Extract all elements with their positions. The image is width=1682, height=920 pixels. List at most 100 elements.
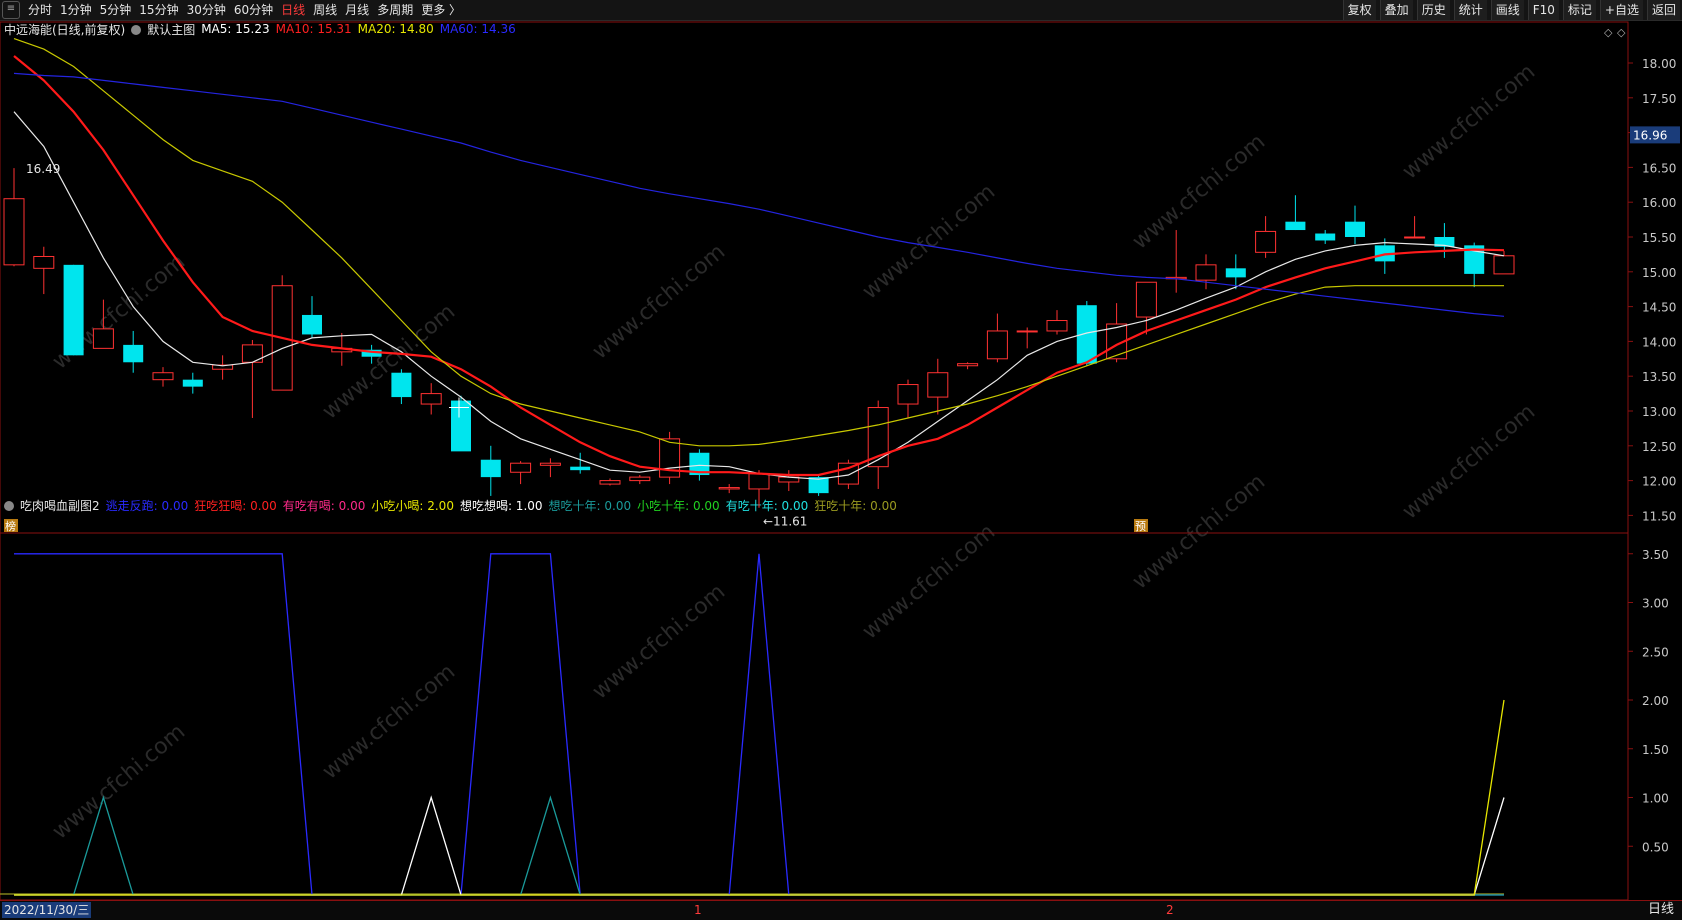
candle: [33, 246, 55, 295]
candle-body: [1135, 281, 1157, 318]
sub-tick-label: 0.50: [1642, 840, 1669, 854]
candlestick-series: [3, 168, 1515, 508]
candle: [867, 400, 889, 489]
time-axis-bar: 2022/11/30/三 1 2 日线: [0, 900, 1682, 920]
candle: [1165, 230, 1187, 293]
candle-body: [63, 264, 84, 356]
candle: [1255, 216, 1277, 258]
forecast-badge-label: 预: [1135, 520, 1146, 533]
candle: [1315, 230, 1336, 244]
high-price-marker: 16.49: [26, 162, 60, 176]
candle-body: [927, 372, 949, 398]
candle: [927, 358, 949, 415]
price-tick-label: 17.50: [1642, 92, 1676, 106]
candle: [986, 313, 1008, 363]
watermark-text: www.cfchi.com: [588, 239, 730, 364]
watermark-text: www.cfchi.com: [858, 519, 1000, 644]
candle: [1345, 205, 1365, 244]
watermark-text: www.cfchi.com: [1398, 399, 1540, 524]
watermark-text: www.cfchi.com: [588, 579, 730, 704]
price-tick-label: 15.00: [1642, 266, 1676, 280]
candle: [718, 484, 740, 494]
candle: [539, 458, 561, 478]
candle-body: [152, 372, 174, 381]
candle-body: [33, 255, 55, 269]
price-tick-label: 12.50: [1642, 440, 1676, 454]
candle: [778, 470, 800, 492]
price-tick-label: 16.50: [1642, 161, 1676, 175]
candle-body: [867, 407, 889, 468]
candle-body: [1404, 236, 1426, 239]
candle: [510, 461, 532, 485]
candle: [451, 395, 471, 452]
period-label[interactable]: 日线: [1648, 902, 1674, 918]
candle-body: [570, 466, 591, 471]
candle: [182, 372, 203, 394]
watermark-text: www.cfchi.com: [318, 299, 460, 424]
sub-tick-label: 2.00: [1642, 694, 1669, 708]
sub-tick-label: 3.00: [1642, 597, 1669, 611]
candle-body: [539, 462, 561, 466]
candle-body: [986, 330, 1008, 360]
watermark-text: www.cfchi.com: [1128, 469, 1270, 594]
candle: [420, 383, 442, 415]
candle: [302, 296, 322, 338]
candle: [3, 168, 25, 267]
price-tick-label: 12.00: [1642, 475, 1676, 489]
sub-line: [14, 795, 1505, 896]
plot-border: [0, 21, 1629, 900]
diamond-icon: ◇: [1604, 26, 1613, 39]
watermark-text: www.cfchi.com: [48, 719, 190, 844]
sub-tick-label: 1.00: [1642, 792, 1669, 806]
candle-body: [123, 344, 144, 363]
candle: [570, 452, 591, 474]
price-tick-label: 16.00: [1642, 196, 1676, 210]
candle-body: [182, 379, 203, 387]
sub-tick-label: 2.50: [1642, 645, 1669, 659]
sub-line: [14, 795, 1504, 896]
rank-badge-label: 榜: [5, 519, 16, 533]
kline-chart-area[interactable]: www.cfchi.com www.cfchi.com www.cfchi.com w…: [0, 0, 1682, 900]
candle-body: [391, 372, 412, 398]
month-marker-2: 2: [1166, 903, 1174, 917]
sub-tick-label: 3.50: [1642, 548, 1669, 562]
candle-body: [1345, 221, 1365, 237]
watermark-layer: www.cfchi.com www.cfchi.com www.cfchi.com w…: [48, 59, 1540, 844]
candle-body: [92, 328, 114, 349]
candle: [391, 369, 412, 405]
low-price-marker: ←11.61: [763, 515, 807, 529]
ma-line-ma5: [13, 111, 1505, 480]
candle-body: [897, 384, 919, 405]
candle: [480, 445, 501, 496]
candle-body: [1255, 230, 1277, 253]
candle: [1016, 327, 1038, 349]
candle-body: [1315, 233, 1336, 241]
candle-body: [510, 462, 532, 473]
current-price-label: 16.96: [1633, 128, 1667, 142]
candle: [241, 340, 263, 418]
sub-line: [14, 699, 1505, 896]
candle-body: [420, 393, 442, 405]
candle-body: [1285, 221, 1306, 231]
watermark-text: www.cfchi.com: [1398, 59, 1540, 184]
candle: [212, 355, 234, 380]
candle-body: [1225, 268, 1246, 278]
candle-body: [1046, 320, 1068, 332]
candle-body: [1016, 330, 1038, 333]
candle: [1195, 254, 1217, 290]
watermark-text: www.cfchi.com: [318, 659, 460, 784]
month-marker-1: 1: [694, 903, 702, 917]
price-tick-label: 13.00: [1642, 405, 1676, 419]
price-tick-label: 14.50: [1642, 301, 1676, 315]
settings-icon: ◇: [1617, 26, 1626, 39]
candle: [152, 367, 174, 387]
candle: [1135, 281, 1157, 335]
candle: [1434, 223, 1455, 258]
ma-line-ma60: [13, 72, 1505, 317]
candle-body: [629, 476, 651, 482]
watermark-text: www.cfchi.com: [858, 179, 1000, 304]
candle: [63, 264, 84, 356]
sub-tick-label: 1.50: [1642, 743, 1669, 757]
candle-body: [451, 400, 471, 452]
candle: [748, 470, 770, 508]
